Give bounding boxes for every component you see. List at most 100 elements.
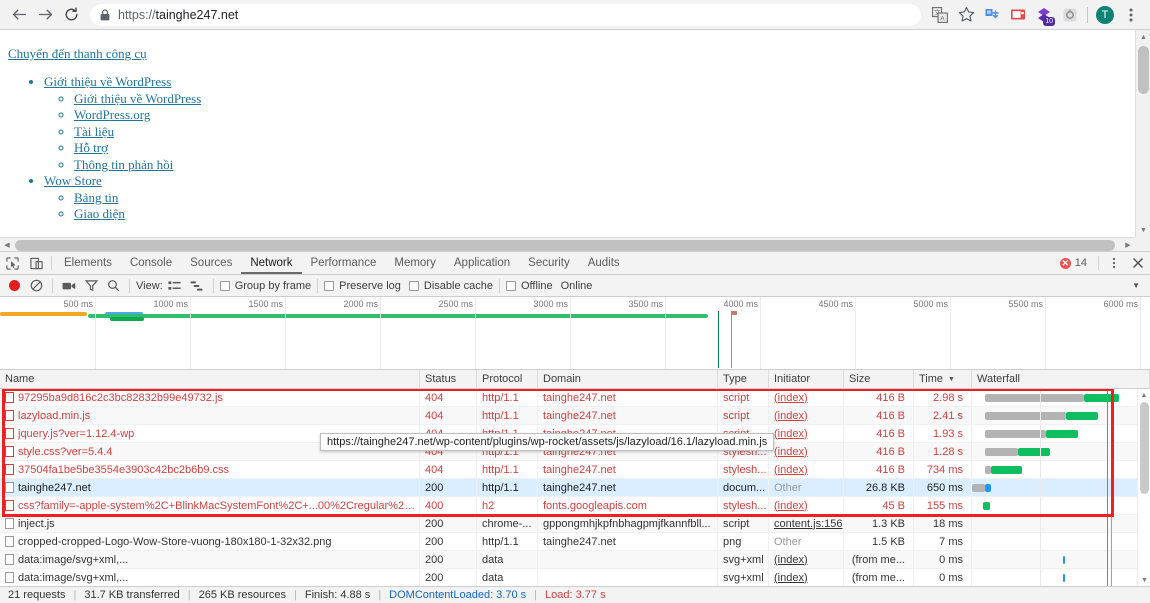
tab-application[interactable]: Application [445, 252, 519, 274]
submenu-link[interactable]: Giới thiệu về WordPress [74, 91, 201, 106]
column-header-size[interactable]: Size [844, 369, 914, 389]
translate-icon[interactable]: 文A [927, 2, 953, 28]
submenu-link[interactable]: Tài liệu [74, 124, 114, 139]
view-list-icon[interactable] [165, 276, 185, 296]
offline-checkbox[interactable]: Offline [505, 280, 553, 292]
initiator-link[interactable]: (index) [774, 554, 808, 566]
tab-audits[interactable]: Audits [579, 252, 629, 274]
disable-cache-checkbox[interactable]: Disable cache [408, 280, 493, 292]
device-toolbar-icon[interactable] [24, 252, 48, 274]
table-vertical-scrollbar[interactable]: ▲ ▼ [1137, 389, 1150, 586]
devtools-more-icon[interactable] [1102, 252, 1126, 274]
request-table-body[interactable]: 97295ba9d816c2c3bc82832b99e49732.js 404 ht… [0, 389, 1150, 586]
cell-initiator[interactable]: (index) [769, 389, 844, 407]
tab-memory[interactable]: Memory [385, 252, 445, 274]
cell-initiator[interactable]: (index) [769, 424, 844, 443]
column-header-initiator[interactable]: Initiator [769, 369, 844, 389]
avatar[interactable]: T [1092, 2, 1118, 28]
error-count-badge[interactable]: ✕ 14 [1052, 252, 1095, 274]
tab-performance[interactable]: Performance [302, 252, 386, 274]
column-header-type[interactable]: Type [718, 369, 769, 389]
initiator-link[interactable]: (index) [774, 464, 808, 476]
table-row[interactable]: 37504fa1be5be3554e3903c42bc2b6b9.css 404 h… [0, 460, 1150, 479]
page-vertical-scrollbar[interactable]: ▲ ▼ [1135, 30, 1150, 237]
table-row[interactable]: data:image/svg+xml,... 200 data svg+xml (ind… [0, 550, 1150, 569]
hscrollbar-thumb[interactable] [15, 240, 1115, 251]
extension-purple-icon[interactable]: 10 [1031, 2, 1057, 28]
column-header-domain[interactable]: Domain [538, 369, 718, 389]
initiator-link[interactable]: (index) [774, 446, 808, 458]
table-row[interactable]: cropped-cropped-Logo-Wow-Store-vuong-180… [0, 532, 1150, 551]
search-icon[interactable] [103, 276, 123, 296]
tab-console[interactable]: Console [121, 252, 181, 274]
table-row[interactable]: lazyload.min.js 404 http/1.1 tainghe247.net… [0, 406, 1150, 425]
scroll-left-arrow[interactable]: ◀ [0, 241, 14, 249]
extension-download-icon[interactable] [979, 2, 1005, 28]
cell-initiator[interactable]: (index) [769, 568, 844, 586]
initiator-link[interactable]: (index) [774, 500, 808, 512]
submenu-link[interactable]: WordPress.org [74, 107, 150, 122]
initiator-link[interactable]: (index) [774, 572, 808, 584]
filter-icon[interactable] [81, 276, 101, 296]
reload-icon[interactable] [58, 2, 84, 28]
page-horizontal-scrollbar[interactable]: ◀ ▶ [0, 237, 1135, 251]
submenu-link[interactable]: Bảng tin [74, 190, 118, 205]
forward-icon[interactable] [32, 2, 58, 28]
toolbar-divider-4 [317, 278, 319, 293]
column-header-protocol[interactable]: Protocol [477, 369, 538, 389]
chrome-menu-icon[interactable] [1118, 2, 1144, 28]
bookmark-star-icon[interactable] [953, 2, 979, 28]
cell-initiator[interactable]: (index) [769, 442, 844, 461]
table-row[interactable]: 97295ba9d816c2c3bc82832b99e49732.js 404 ht… [0, 389, 1150, 407]
tab-network[interactable]: Network [241, 252, 301, 274]
throttling-select[interactable]: Online [561, 280, 593, 292]
initiator-link[interactable]: (index) [774, 392, 808, 404]
filmstrip-icon[interactable] [59, 276, 79, 296]
column-header-time[interactable]: Time ▼ [914, 369, 972, 389]
initiator-link[interactable]: (index) [774, 428, 808, 440]
menu-link-wowstore[interactable]: Wow Store [44, 173, 102, 188]
scrollbar-thumb[interactable] [1138, 46, 1149, 94]
column-header-status[interactable]: Status [420, 369, 477, 389]
clear-icon[interactable] [26, 276, 46, 296]
cell-initiator[interactable]: (index) [769, 406, 844, 425]
initiator-link[interactable]: content.js:156 [774, 518, 843, 530]
table-row[interactable]: tainghe247.net 200 http/1.1 tainghe247.net d… [0, 478, 1150, 497]
record-button[interactable] [4, 276, 24, 296]
extension-video-icon[interactable] [1005, 2, 1031, 28]
skip-to-toolbar-link[interactable]: Chuyển đến thanh công cụ [8, 46, 1150, 62]
scroll-up-arrow[interactable]: ▲ [1136, 30, 1150, 44]
view-waterfall-icon[interactable] [187, 276, 207, 296]
cell-initiator[interactable]: content.js:156 [769, 514, 844, 533]
tab-sources[interactable]: Sources [181, 252, 241, 274]
table-row[interactable]: css?family=-apple-system%2C+BlinkMacSyst… [0, 496, 1150, 515]
column-header-waterfall[interactable]: Waterfall [972, 369, 1150, 389]
table-row[interactable]: inject.js 200 chrome-... gppongmhjkpfnbhagp… [0, 514, 1150, 533]
scrollbar-thumb[interactable] [1140, 402, 1149, 494]
table-row[interactable]: data:image/svg+xml,... 200 data svg+xml (ind… [0, 568, 1150, 586]
scroll-up-arrow[interactable]: ▲ [1138, 389, 1150, 401]
submenu-link[interactable]: Hỗ trợ [74, 140, 108, 155]
preserve-log-checkbox[interactable]: Preserve log [324, 280, 401, 292]
scroll-down-arrow[interactable]: ▼ [1138, 574, 1150, 586]
column-header-name[interactable]: Name [0, 369, 420, 389]
inspect-element-icon[interactable] [0, 252, 24, 274]
tab-elements[interactable]: Elements [55, 252, 121, 274]
submenu-link[interactable]: Thông tin phản hồi [74, 157, 173, 172]
group-by-frame-checkbox[interactable]: Group by frame [219, 280, 311, 292]
back-icon[interactable] [6, 2, 32, 28]
scroll-right-arrow[interactable]: ▶ [1121, 241, 1135, 249]
cell-initiator[interactable]: (index) [769, 550, 844, 569]
address-bar[interactable]: https://tainghe247.net [90, 3, 921, 26]
close-icon[interactable] [1126, 252, 1150, 274]
cell-initiator[interactable]: (index) [769, 496, 844, 515]
submenu-link[interactable]: Giao diện [74, 206, 125, 221]
extension-gray-icon[interactable] [1057, 2, 1083, 28]
initiator-link[interactable]: (index) [774, 410, 808, 422]
tab-security[interactable]: Security [519, 252, 579, 274]
chevron-down-icon[interactable]: ▼ [1132, 281, 1140, 290]
menu-link-wordpress[interactable]: Giới thiệu về WordPress [44, 74, 171, 89]
cell-initiator[interactable]: (index) [769, 460, 844, 479]
network-overview-timeline[interactable]: 500 ms 1000 ms 1500 ms 2000 ms 2500 ms 3000 m… [0, 297, 1150, 370]
scroll-down-arrow[interactable]: ▼ [1136, 223, 1150, 237]
